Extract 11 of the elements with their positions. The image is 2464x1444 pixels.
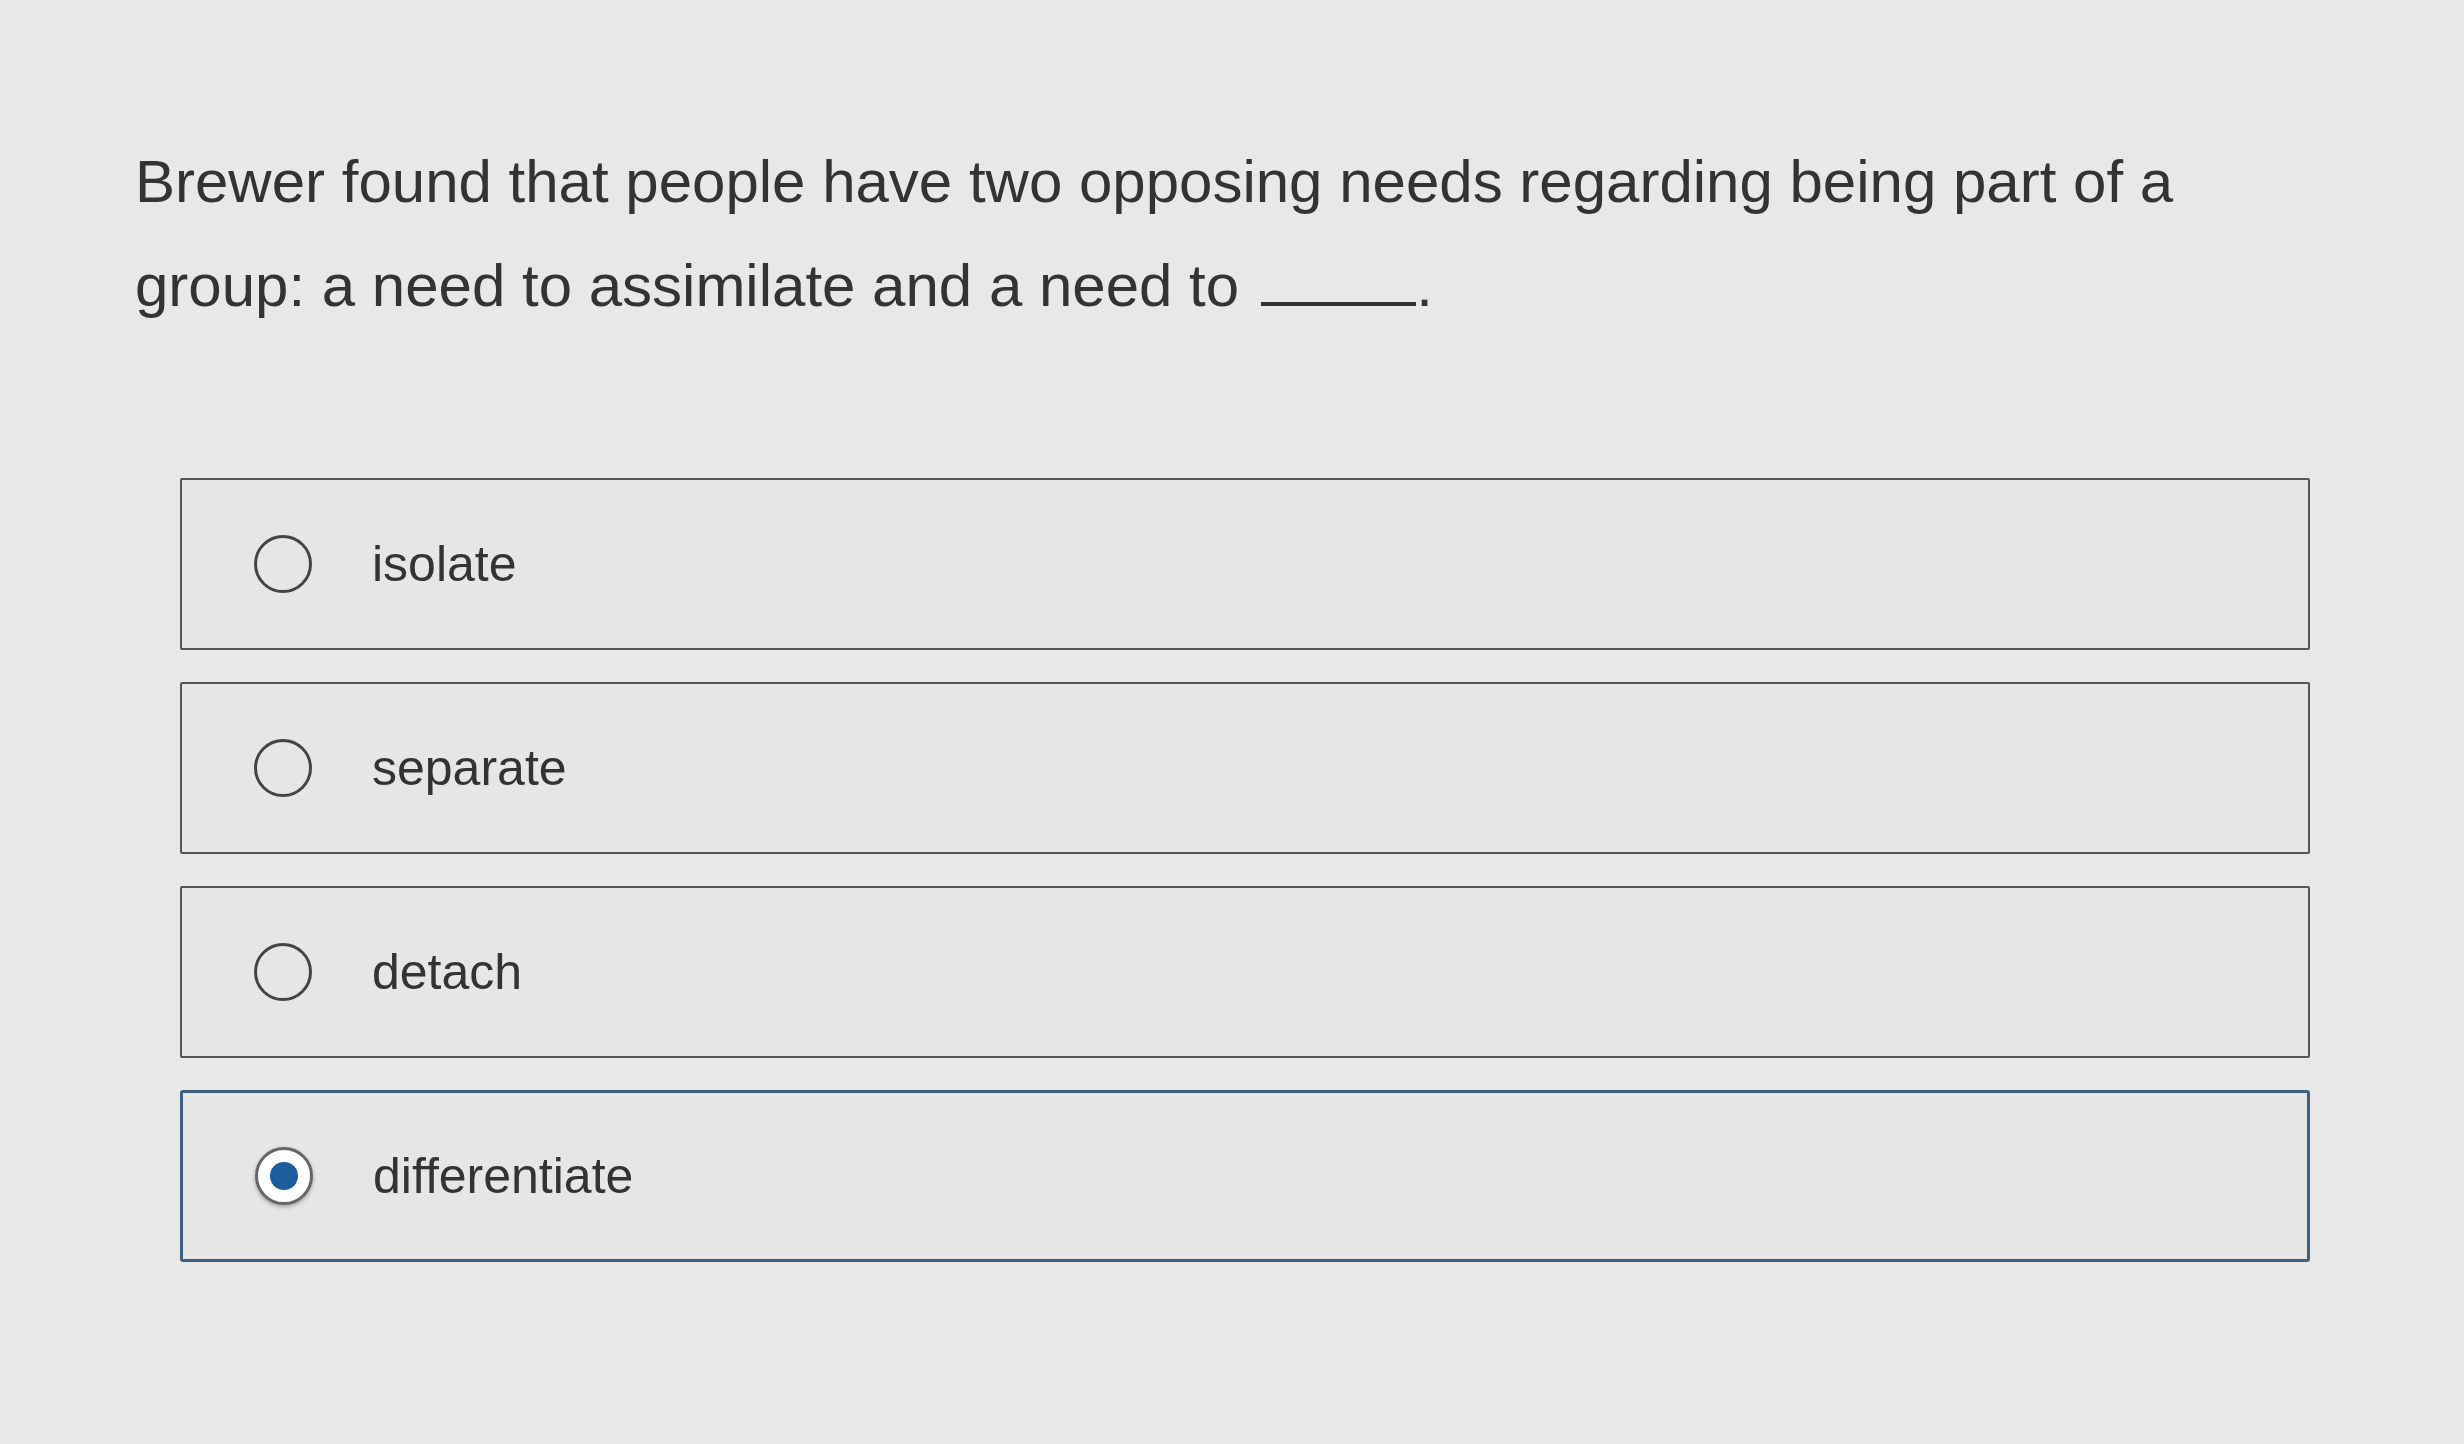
radio-button[interactable]	[255, 1147, 313, 1205]
answer-option[interactable]: separate	[180, 682, 2310, 854]
answer-option[interactable]: detach	[180, 886, 2310, 1058]
question-text: Brewer found that people have two opposing needs regarding being part of a	[135, 150, 2174, 214]
question-text: group: a need to assimilate and a need to	[135, 254, 1240, 318]
radio-button[interactable]	[254, 535, 312, 593]
radio-button[interactable]	[254, 739, 312, 797]
question-text: .	[1416, 254, 1433, 318]
answer-option[interactable]: isolate	[180, 478, 2310, 650]
radio-button[interactable]	[254, 943, 312, 1001]
answer-option[interactable]: differentiate	[180, 1090, 2310, 1262]
